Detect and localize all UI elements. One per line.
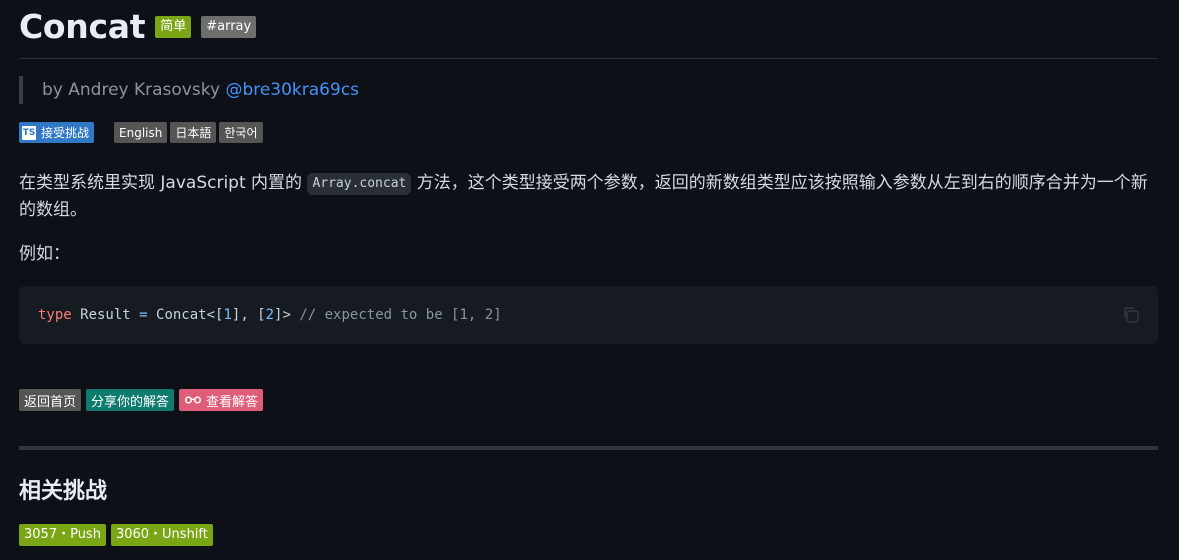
- difficulty-badge: 简单: [155, 16, 192, 38]
- related-challenge-push[interactable]: 3057・Push: [19, 524, 106, 546]
- example-label: 例如：: [19, 244, 70, 264]
- code-arg2: 2: [265, 307, 275, 323]
- challenge-description: 在类型系统里实现 JavaScript 内置的 Array.concat 方法，…: [19, 170, 1159, 224]
- view-solutions-button[interactable]: 查看解答: [179, 389, 264, 411]
- tag-badge[interactable]: #array: [201, 16, 257, 38]
- accept-challenge-label: 接受挑战: [41, 126, 90, 140]
- code-example-block: type Result = Concat<[1], [2]> // expect…: [19, 286, 1158, 344]
- author-blockquote: by Andrey Krasovsky @bre30kra69cs: [19, 76, 359, 104]
- lang-korean-link[interactable]: 한국어: [219, 122, 263, 143]
- inline-code: Array.concat: [307, 173, 412, 195]
- action-buttons: 返回首页 分享你的解答 查看解答: [19, 389, 268, 411]
- typescript-icon: TS: [22, 125, 36, 140]
- code-operator: =: [139, 307, 148, 323]
- title-row: Concat 简单 #array: [19, 4, 257, 50]
- lang-japanese-link[interactable]: 日本語: [170, 122, 217, 143]
- related-challenge-unshift[interactable]: 3060・Unshift: [110, 524, 213, 546]
- badge-row: TS 接受挑战 English 日本語 한국어: [19, 122, 266, 143]
- glasses-icon: [184, 396, 202, 404]
- back-home-button[interactable]: 返回首页: [19, 389, 82, 411]
- challenge-page: Concat 简单 #array by Andrey Krasovsky @br…: [0, 0, 1179, 560]
- section-divider: [19, 446, 1158, 450]
- related-challenges-list: 3057・Push 3060・Unshift: [19, 524, 218, 546]
- code-call-mid: ], [: [231, 307, 266, 323]
- accept-challenge-button[interactable]: TS 接受挑战: [19, 122, 95, 143]
- lang-english-link[interactable]: English: [114, 122, 168, 143]
- share-solution-button[interactable]: 分享你的解答: [86, 389, 175, 411]
- view-solutions-label: 查看解答: [206, 394, 259, 410]
- title-divider: [19, 58, 1158, 59]
- copy-icon[interactable]: [1122, 306, 1140, 324]
- code-keyword: type: [38, 307, 72, 323]
- code-call-start: Concat<[: [147, 307, 224, 323]
- code-type-name: Result: [71, 307, 140, 323]
- code-call-end: ]>: [274, 307, 291, 323]
- author-link[interactable]: @bre30kra69cs: [225, 80, 359, 100]
- code-arg1: 1: [223, 307, 232, 323]
- description-text-before: 在类型系统里实现 JavaScript 内置的: [19, 173, 308, 193]
- related-challenges-heading: 相关挑战: [19, 479, 108, 504]
- page-title: Concat: [19, 7, 146, 46]
- author-name: by Andrey Krasovsky: [42, 80, 221, 100]
- code-comment: // expected to be [1, 2]: [290, 307, 502, 323]
